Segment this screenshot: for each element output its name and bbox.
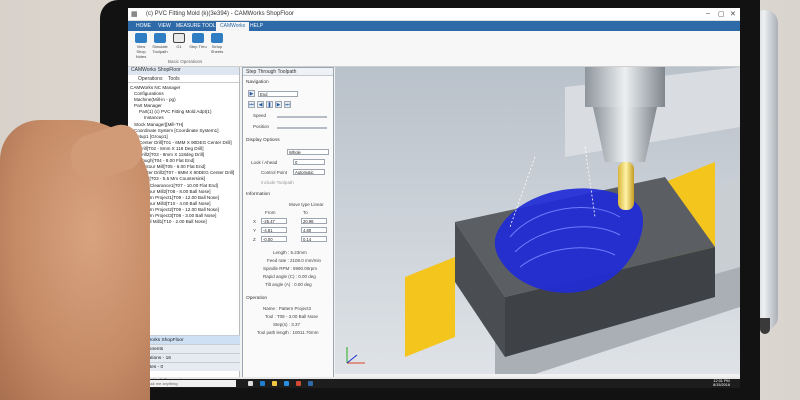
y-from-value: -4.81 — [261, 227, 287, 233]
z-from-value: -0.00 — [261, 236, 287, 242]
control-point-select[interactable]: Automatic — [293, 169, 325, 175]
store-icon[interactable] — [284, 381, 289, 386]
panel-header: CAMWorks ShopFloor — [128, 67, 239, 75]
ribbon-group-label: Basic Operations — [168, 59, 203, 64]
camworks-app-icon[interactable] — [308, 381, 313, 386]
tab-home[interactable]: HOME — [132, 22, 155, 31]
step-back-icon[interactable]: ◀ — [257, 101, 264, 108]
x-from-value: -25.47 — [261, 218, 287, 224]
look-ahead-label: Look / Ahead — [251, 160, 278, 165]
z-to-value: 0.14 — [301, 236, 327, 242]
pause-icon[interactable]: ❚ — [266, 101, 273, 108]
include-toolpath-label[interactable]: Include Toolpath — [261, 180, 294, 185]
step-icon — [192, 33, 204, 43]
tab-tools-list[interactable]: Tools — [168, 76, 180, 82]
sheet-icon — [211, 33, 223, 43]
position-label: Position — [253, 124, 270, 129]
operation-step: Step(s) : 3.37 — [273, 322, 301, 327]
operation-name: Name : Pattern Project3 — [263, 306, 312, 311]
simulate-toolpath-button[interactable]: Simulate Toolpath — [151, 33, 169, 55]
g1-button[interactable]: G1 — [170, 33, 188, 55]
tilt-angle-readout: Tilt angle (A) : 0.00 deg — [265, 282, 312, 287]
maximize-icon[interactable]: ▢ — [718, 10, 725, 18]
tab-camworks[interactable]: CAMWorks — [216, 22, 250, 31]
step-through-dialog: Step Through Toolpath Navigation ▶ End ⏮… — [242, 67, 334, 379]
taskbar-search-input[interactable]: Ask me anything — [146, 380, 236, 387]
play-icon[interactable]: ▶ — [248, 90, 255, 97]
rewind-icon[interactable]: ⏮ — [248, 101, 255, 108]
step-thru-button[interactable]: Step Thru — [189, 33, 207, 55]
tab-operations[interactable]: Operations — [138, 76, 162, 82]
information-label: Information — [246, 192, 270, 197]
fast-forward-icon[interactable]: ⏭ — [284, 101, 291, 108]
speed-label: Speed — [253, 113, 267, 118]
step-mode-select[interactable]: End — [258, 91, 298, 97]
z-axis-label: Z — [253, 237, 256, 242]
feed-rate-readout: Feed rate : 2108.0 mm/min — [267, 258, 322, 263]
tab-help[interactable]: HELP — [246, 22, 267, 31]
move-type-value: Linear — [311, 202, 324, 207]
stylus-tip — [760, 318, 770, 334]
move-type-label: Move type : — [289, 202, 313, 207]
ball-nose-tool — [618, 162, 634, 210]
step-forward-icon[interactable]: ▶ — [275, 101, 282, 108]
to-label: To — [303, 210, 308, 215]
file-explorer-icon[interactable] — [272, 381, 277, 386]
length-readout: Length : 5.23mm — [273, 250, 307, 255]
window-titlebar: ▦ (c) PVC Fitting Mold (k)(3e394) - CAMW… — [128, 8, 740, 21]
display-mode-select[interactable]: Whole — [287, 149, 329, 155]
windows-taskbar: ⊞ Ask me anything 12:31 PM 8/15/2016 — [128, 379, 740, 388]
task-view-icon[interactable] — [248, 381, 253, 386]
clock-date: 8/15/2016 — [713, 383, 730, 388]
look-ahead-input[interactable]: 0 — [293, 159, 325, 165]
y-axis-label: Y — [253, 228, 257, 233]
control-point-label: Control Point — [261, 170, 288, 175]
minimize-icon[interactable]: – — [706, 10, 710, 17]
setup-sheets-button[interactable]: Setup Sheets — [208, 33, 226, 55]
from-label: From — [265, 210, 276, 215]
spindle-head — [585, 67, 665, 107]
simulate-icon — [154, 33, 166, 43]
ribbon-tabs: HOME VIEW MEASURE TOOLS CAMWorks HELP — [128, 21, 740, 31]
y-to-value: 4.80 — [301, 227, 327, 233]
spindle-readout: Spindle RPM : 8990.00rpm — [263, 266, 318, 271]
window-title: (c) PVC Fitting Mold (k)(3e394) - CAMWor… — [146, 11, 294, 17]
ribbon: View Shop Notes Simulate Toolpath G1 Ste… — [128, 31, 740, 67]
display-options-label: Display Options — [246, 138, 280, 143]
panel-tabs: Operations Tools — [128, 75, 239, 83]
g1-icon — [173, 33, 185, 43]
view-shop-notes-button[interactable]: View Shop Notes — [132, 33, 150, 59]
operation-label: Operation — [246, 296, 268, 301]
edge-browser-icon[interactable] — [260, 381, 265, 386]
tablet-screen: ▦ (c) PVC Fitting Mold (k)(3e394) - CAMW… — [128, 8, 740, 388]
3d-viewport[interactable] — [335, 67, 740, 374]
machining-scene — [335, 67, 740, 374]
speed-slider[interactable] — [277, 116, 327, 118]
operation-tool: Tool : T08 - 3.00 Ball Nose — [265, 314, 318, 319]
navigation-label: Navigation — [246, 80, 269, 85]
app-menu-icon[interactable]: ▦ — [131, 10, 138, 18]
operation-toolpath-length: Tool path length : 10011.70mm — [257, 330, 319, 335]
x-axis-label: X — [253, 219, 257, 224]
notes-icon — [135, 33, 147, 43]
x-to-value: 20.96 — [301, 218, 327, 224]
app-icon[interactable] — [296, 381, 301, 386]
dialog-title: Step Through Toolpath — [243, 68, 333, 76]
position-slider[interactable] — [277, 127, 327, 129]
rapid-angle-readout: Rapid angle (C) : 0.00 deg — [263, 274, 316, 279]
close-icon[interactable]: ✕ — [730, 10, 736, 18]
taskbar-clock[interactable]: 12:31 PM 8/15/2016 — [713, 379, 730, 388]
